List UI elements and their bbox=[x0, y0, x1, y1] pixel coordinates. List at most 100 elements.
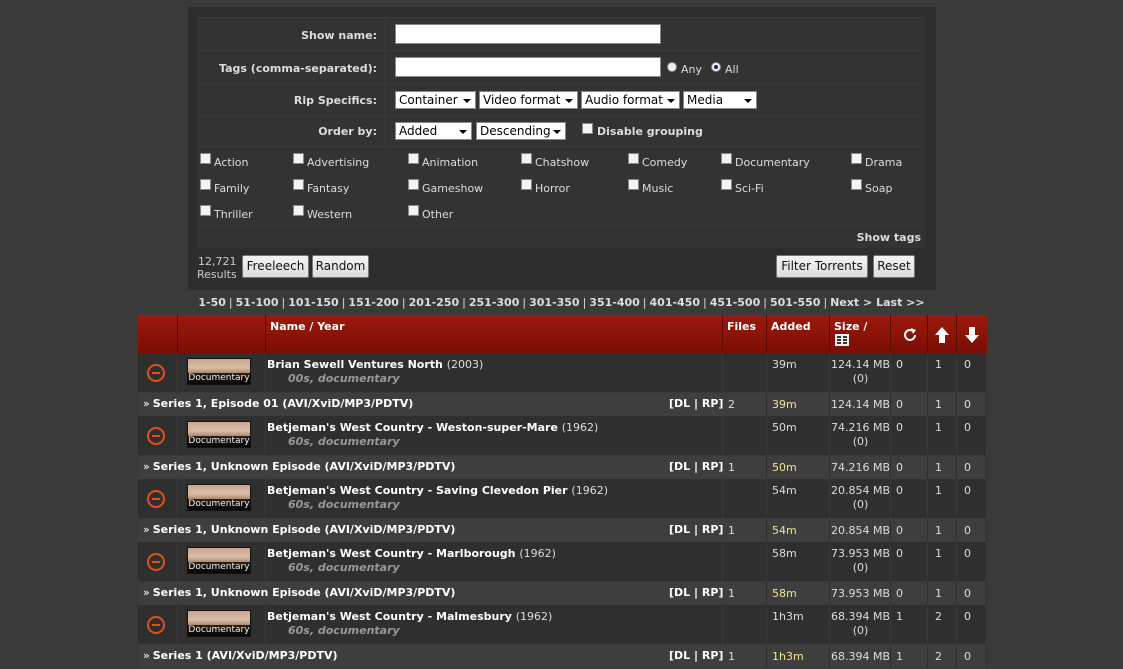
media-select[interactable]: Media bbox=[683, 91, 757, 109]
show-title[interactable]: Brian Sewell Ventures North (2003) bbox=[267, 358, 483, 371]
video-format-select[interactable]: Video format bbox=[479, 91, 578, 109]
torrent-link[interactable]: » Series 1, Episode 01 (AVI/XviD/MP3/PDTV… bbox=[143, 397, 413, 410]
show-title-text[interactable]: Betjeman's West Country - Weston-super-M… bbox=[267, 421, 558, 434]
show-name-input[interactable] bbox=[395, 24, 661, 44]
torrent-label[interactable]: Series 1, Unknown Episode (AVI/XviD/MP3/… bbox=[153, 586, 456, 599]
download-link[interactable]: DL bbox=[674, 460, 690, 473]
show-tags-link[interactable]: Show tags bbox=[857, 231, 921, 244]
show-title-text[interactable]: Betjeman's West Country - Marlborough bbox=[267, 547, 516, 560]
page-link[interactable]: 351-400 bbox=[589, 296, 640, 309]
minus-circle-icon[interactable] bbox=[147, 616, 165, 634]
torrent-link[interactable]: » Series 1, Unknown Episode (AVI/XviD/MP3… bbox=[143, 523, 455, 536]
sort-icon[interactable] bbox=[835, 334, 849, 346]
genre-checkbox-soap[interactable] bbox=[851, 179, 862, 190]
download-link[interactable]: DL bbox=[674, 523, 690, 536]
download-link[interactable]: DL bbox=[674, 649, 690, 662]
disable-grouping-checkbox[interactable] bbox=[582, 123, 593, 134]
genre-checkbox-other[interactable] bbox=[408, 205, 419, 216]
freeleech-button[interactable]: Freeleech bbox=[242, 255, 309, 278]
cover-thumbnail[interactable]: Documentary bbox=[187, 358, 251, 385]
added-header[interactable]: Added bbox=[771, 320, 811, 333]
cover-thumbnail[interactable]: Documentary bbox=[187, 484, 251, 511]
name-year-header[interactable]: Name / Year bbox=[270, 320, 345, 333]
arrow-down-icon[interactable] bbox=[965, 327, 979, 343]
page-link[interactable]: 301-350 bbox=[529, 296, 580, 309]
minus-circle-icon[interactable] bbox=[147, 427, 165, 445]
genre-checkbox-western[interactable] bbox=[293, 205, 304, 216]
audio-format-select[interactable]: Audio format bbox=[581, 91, 680, 109]
genre-checkbox-documentary[interactable] bbox=[721, 153, 732, 164]
size-header[interactable]: Size / bbox=[834, 320, 867, 333]
show-title[interactable]: Betjeman's West Country - Marlborough (1… bbox=[267, 547, 556, 560]
genre-checkbox-comedy[interactable] bbox=[628, 153, 639, 164]
order-direction-select[interactable]: Descending bbox=[476, 122, 566, 140]
torrent-link[interactable]: » Series 1, Unknown Episode (AVI/XviD/MP3… bbox=[143, 586, 455, 599]
show-year: (1962) bbox=[571, 484, 608, 497]
genre-checkbox-thriller[interactable] bbox=[200, 205, 211, 216]
torrent-link[interactable]: » Series 1 (AVI/XviD/MP3/PDTV) bbox=[143, 649, 338, 662]
report-link[interactable]: RP bbox=[702, 523, 719, 536]
show-title[interactable]: Betjeman's West Country - Saving Clevedo… bbox=[267, 484, 608, 497]
report-link[interactable]: RP bbox=[702, 586, 719, 599]
filter-torrents-button[interactable]: Filter Torrents bbox=[776, 255, 868, 278]
added-time: 39m bbox=[772, 358, 797, 371]
show-tags[interactable]: 60s, documentary bbox=[288, 435, 400, 448]
page-link[interactable]: 201-250 bbox=[409, 296, 460, 309]
cover-thumbnail[interactable]: Documentary bbox=[187, 421, 251, 448]
torrent-label[interactable]: Series 1 (AVI/XviD/MP3/PDTV) bbox=[153, 649, 338, 662]
genre-checkbox-music[interactable] bbox=[628, 179, 639, 190]
cover-thumbnail[interactable]: Documentary bbox=[187, 547, 251, 574]
genre-checkbox-family[interactable] bbox=[200, 179, 211, 190]
torrent-label[interactable]: Series 1, Episode 01 (AVI/XviD/MP3/PDTV) bbox=[153, 397, 414, 410]
report-link[interactable]: RP bbox=[702, 460, 719, 473]
genre-checkbox-gameshow[interactable] bbox=[408, 179, 419, 190]
show-tags[interactable]: 60s, documentary bbox=[288, 624, 400, 637]
download-link[interactable]: DL bbox=[674, 397, 690, 410]
page-link[interactable]: 251-300 bbox=[469, 296, 520, 309]
next-page-link[interactable]: Next > bbox=[830, 296, 872, 309]
show-tags[interactable]: 00s, documentary bbox=[288, 372, 400, 385]
genre-checkbox-sci-fi[interactable] bbox=[721, 179, 732, 190]
report-link[interactable]: RP bbox=[702, 397, 719, 410]
page-link[interactable]: 401-450 bbox=[650, 296, 701, 309]
report-link[interactable]: RP bbox=[702, 649, 719, 662]
container-select[interactable]: Container bbox=[395, 91, 476, 109]
tags-input[interactable] bbox=[395, 57, 661, 77]
page-link[interactable]: 51-100 bbox=[236, 296, 279, 309]
genre-checkbox-animation[interactable] bbox=[408, 153, 419, 164]
show-tags[interactable]: 60s, documentary bbox=[288, 498, 400, 511]
show-title-text[interactable]: Betjeman's West Country - Saving Clevedo… bbox=[267, 484, 568, 497]
show-title-text[interactable]: Betjeman's West Country - Malmesbury bbox=[267, 610, 512, 623]
minus-circle-icon[interactable] bbox=[147, 553, 165, 571]
download-link[interactable]: DL bbox=[674, 586, 690, 599]
page-link[interactable]: 451-500 bbox=[710, 296, 761, 309]
genre-checkbox-fantasy[interactable] bbox=[293, 179, 304, 190]
last-page-link[interactable]: Last >> bbox=[876, 296, 925, 309]
show-title-text[interactable]: Brian Sewell Ventures North bbox=[267, 358, 443, 371]
page-link[interactable]: 101-150 bbox=[288, 296, 339, 309]
random-button[interactable]: Random bbox=[312, 255, 369, 278]
tags-any-radio[interactable] bbox=[667, 62, 677, 72]
genre-checkbox-chatshow[interactable] bbox=[521, 153, 532, 164]
torrent-label[interactable]: Series 1, Unknown Episode (AVI/XviD/MP3/… bbox=[153, 523, 456, 536]
reset-button[interactable]: Reset bbox=[873, 255, 915, 278]
tags-all-radio[interactable] bbox=[711, 62, 721, 72]
show-title[interactable]: Betjeman's West Country - Malmesbury (19… bbox=[267, 610, 552, 623]
refresh-icon[interactable] bbox=[902, 327, 918, 343]
torrent-link[interactable]: » Series 1, Unknown Episode (AVI/XviD/MP3… bbox=[143, 460, 455, 473]
order-field-select[interactable]: Added bbox=[395, 122, 472, 140]
show-title[interactable]: Betjeman's West Country - Weston-super-M… bbox=[267, 421, 598, 434]
files-header[interactable]: Files bbox=[727, 320, 756, 333]
torrent-label[interactable]: Series 1, Unknown Episode (AVI/XviD/MP3/… bbox=[153, 460, 456, 473]
minus-circle-icon[interactable] bbox=[147, 490, 165, 508]
genre-checkbox-action[interactable] bbox=[200, 153, 211, 164]
genre-checkbox-drama[interactable] bbox=[851, 153, 862, 164]
page-link[interactable]: 151-200 bbox=[348, 296, 399, 309]
minus-circle-icon[interactable] bbox=[147, 364, 165, 382]
genre-checkbox-horror[interactable] bbox=[521, 179, 532, 190]
genre-checkbox-advertising[interactable] bbox=[293, 153, 304, 164]
show-tags[interactable]: 60s, documentary bbox=[288, 561, 400, 574]
cover-thumbnail[interactable]: Documentary bbox=[187, 610, 251, 637]
page-link[interactable]: 501-550 bbox=[770, 296, 821, 309]
arrow-up-icon[interactable] bbox=[935, 327, 949, 343]
